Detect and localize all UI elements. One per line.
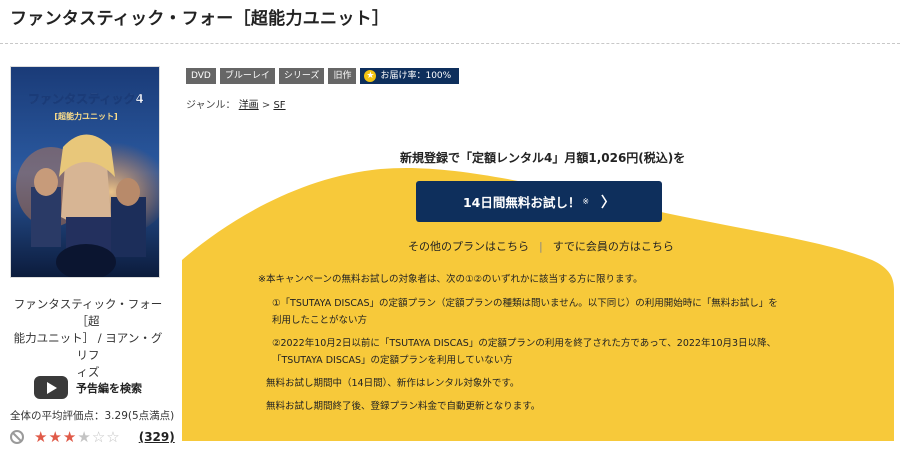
- item-title-line: ファンタスティック・フォー［超: [13, 297, 163, 328]
- svg-text:[超能力ユニット]: [超能力ユニット]: [54, 111, 117, 121]
- campaign-note-1-cont: 利用したことがない方: [272, 315, 368, 326]
- trailer-search-button[interactable]: 予告編を検索: [34, 376, 142, 399]
- genre-label: ジャンル：: [186, 100, 236, 111]
- link-separator: |: [539, 240, 543, 253]
- svg-text:ファンタスティック4: ファンタスティック4: [28, 92, 144, 106]
- members-link[interactable]: すでに会員の方はこちら: [553, 240, 674, 253]
- tag-old: 旧作: [328, 68, 357, 84]
- note-mark: ※: [582, 197, 590, 206]
- youtube-play-icon: [34, 376, 68, 399]
- review-count-link[interactable]: (329): [139, 430, 175, 444]
- delivery-rate-label: お届け率：: [380, 71, 426, 81]
- tag-series: シリーズ: [278, 68, 325, 84]
- delivery-rate-value: 100%: [425, 71, 452, 81]
- campaign-note-4: 無料お試し期間終了後、登録プラン料金で自動更新となります。: [266, 401, 541, 412]
- title-divider: [0, 43, 900, 44]
- trailer-label: 予告編を検索: [76, 381, 142, 395]
- delivery-rate-badge: ★ お届け率：100%: [360, 68, 460, 84]
- average-rating: 全体の平均評価点：3.29(5点満点): [10, 408, 174, 423]
- other-plans-link[interactable]: その他のプランはこちら: [408, 240, 529, 253]
- promo-links: その他のプランはこちら | すでに会員の方はこちら: [408, 238, 674, 254]
- genre-link-western[interactable]: 洋画: [239, 100, 259, 111]
- star-empty-icon: ☆: [91, 428, 107, 446]
- breadcrumb-separator: >: [261, 100, 271, 111]
- average-rating-value: 3.29(5点満点): [104, 410, 175, 422]
- star-empty-icon: ☆: [106, 428, 121, 446]
- chevron-right-icon: 〉: [601, 194, 616, 211]
- campaign-note-2-cont: 「TSUTAYA DISCAS」の定額プランを利用していない方: [272, 355, 513, 366]
- movie-poster[interactable]: ファンタスティック4 [超能力ユニット]: [10, 66, 160, 278]
- star-empty-icon: ★: [77, 428, 92, 446]
- free-trial-label: 14日間無料お試し！: [462, 195, 581, 210]
- item-title-line: 能力ユニット］ / ヨアン・グリフ: [13, 331, 163, 362]
- format-tags: DVD ブルーレイ シリーズ 旧作 ★ お届け率：100%: [186, 68, 460, 84]
- item-title[interactable]: ファンタスティック・フォー［超 能力ユニット］ / ヨアン・グリフ ィズ: [8, 296, 168, 381]
- page-title: ファンタスティック・フォー［超能力ユニット］: [10, 9, 390, 29]
- no-entry-icon[interactable]: [10, 430, 24, 444]
- tag-bluray: ブルーレイ: [219, 68, 275, 84]
- free-trial-button[interactable]: 14日間無料お試し！ ※ 〉: [416, 181, 662, 222]
- campaign-note-intro: ※本キャンペーンの無料お試しの対象者は、次の①②のいずれかに該当する方に限ります…: [258, 274, 643, 285]
- star-badge-icon: ★: [364, 70, 377, 82]
- genre-breadcrumb: ジャンル： 洋画 > SF: [186, 96, 286, 111]
- star-filled-icon: ★: [34, 428, 49, 446]
- rating-stars: ★★★★☆☆: [34, 428, 121, 446]
- poster-image: ファンタスティック4 [超能力ユニット]: [11, 67, 159, 277]
- star-filled-icon: ★: [62, 428, 78, 446]
- rating-row: ★★★★☆☆ (329): [10, 428, 175, 446]
- campaign-note-2: ②2022年10月2日以前に「TSUTAYA DISCAS」の定額プランの利用を…: [272, 338, 777, 349]
- campaign-note-3: 無料お試し期間中（14日間）、新作はレンタル対象外です。: [266, 378, 520, 389]
- tag-dvd: DVD: [186, 68, 216, 84]
- genre-link-sf[interactable]: SF: [273, 100, 285, 111]
- average-rating-label: 全体の平均評価点：: [10, 410, 105, 422]
- promo-headline: 新規登録で「定額レンタル4」月額1,026円(税込)を: [400, 151, 686, 165]
- star-filled-icon: ★: [48, 428, 63, 446]
- campaign-note-1: ①「TSUTAYA DISCAS」の定額プラン（定額プランの種類は問いません。以…: [272, 298, 778, 309]
